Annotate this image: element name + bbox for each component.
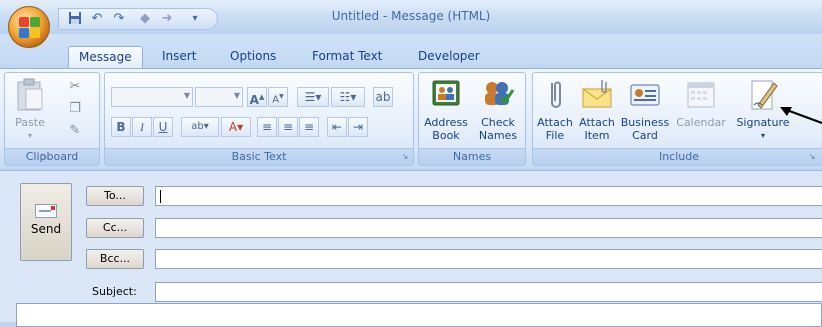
ribbon-tabs: Message Insert Options Format Text Devel…: [0, 34, 822, 68]
group-label-basic-text: Basic Text: [105, 148, 413, 165]
font-name-combo[interactable]: ▼: [111, 87, 193, 107]
tab-developer[interactable]: Developer: [408, 46, 490, 68]
send-envelope-icon: [35, 204, 57, 218]
font-size-combo[interactable]: ▼: [195, 87, 243, 107]
check-names-button[interactable]: Check Names: [475, 75, 521, 145]
tab-format-text[interactable]: Format Text: [302, 46, 392, 68]
bold-icon[interactable]: B: [111, 117, 131, 137]
decrease-indent-icon[interactable]: ⇤: [327, 117, 347, 137]
send-button[interactable]: Send: [20, 183, 72, 261]
business-card-icon: [628, 77, 662, 113]
text-cursor: [160, 190, 161, 203]
address-book-icon: [429, 77, 463, 113]
address-book-button[interactable]: Address Book: [423, 75, 469, 145]
cc-field[interactable]: [155, 218, 822, 238]
bullets-icon[interactable]: ☰▾: [297, 87, 329, 107]
attach-file-button[interactable]: Attach File: [535, 75, 575, 145]
copy-icon[interactable]: ❐: [67, 101, 83, 117]
check-names-icon: [481, 77, 515, 113]
envelope-clip-icon: [580, 77, 614, 113]
font-color-icon[interactable]: A▾: [221, 117, 251, 137]
paperclip-icon: [538, 77, 572, 113]
signature-pen-icon: [746, 77, 780, 113]
office-logo-icon: [19, 17, 41, 39]
subject-field[interactable]: [155, 282, 822, 302]
tab-insert[interactable]: Insert: [152, 46, 206, 68]
calendar-icon: [684, 77, 718, 113]
tab-message[interactable]: Message: [68, 46, 143, 68]
to-field[interactable]: [155, 186, 822, 206]
align-left-icon[interactable]: ≡: [257, 117, 277, 137]
business-card-button[interactable]: Business Card: [619, 75, 671, 145]
group-names: Address Book Check Names Names: [418, 72, 526, 166]
compose-pane: Send To... Cc... Bcc... Subject:: [0, 170, 822, 327]
title-bar: ↶ ↷ ◆ ➜ ▾ Untitled - Message (HTML): [0, 0, 822, 34]
group-basic-text: ▼ ▼ A▲ A▼ ☰▾ ☷▾ ab B I U ab▾ A▾ ≡ ≡ ≡ ⇤ …: [104, 72, 414, 166]
to-button[interactable]: To...: [86, 186, 144, 206]
increase-indent-icon[interactable]: ⇥: [348, 117, 368, 137]
group-label-clipboard: Clipboard: [5, 148, 99, 165]
cc-button[interactable]: Cc...: [86, 218, 144, 238]
window-title: Untitled - Message (HTML): [331, 9, 491, 23]
ribbon: Paste ▾ ✂ ❐ ✎ Clipboard ↘ ▼ ▼ A▲ A▼ ☰▾ ☷…: [0, 68, 822, 168]
bcc-button[interactable]: Bcc...: [86, 249, 144, 269]
highlight-icon[interactable]: ab▾: [181, 117, 219, 137]
bcc-field[interactable]: [155, 249, 822, 269]
clear-format-icon[interactable]: ab: [373, 87, 393, 107]
subject-label: Subject:: [92, 285, 137, 298]
cut-icon[interactable]: ✂: [67, 79, 83, 95]
grow-font-icon[interactable]: A▲: [247, 87, 267, 107]
shrink-font-icon[interactable]: A▼: [268, 87, 288, 107]
dialog-launcher-icon[interactable]: ↘: [39, 152, 49, 162]
dialog-launcher-icon[interactable]: ↘: [807, 152, 817, 162]
annotation-arrow-icon: [780, 107, 822, 124]
group-label-names: Names: [419, 148, 525, 165]
message-body[interactable]: [16, 303, 822, 327]
format-painter-icon[interactable]: ✎: [67, 123, 83, 139]
group-clipboard: Paste ▾ ✂ ❐ ✎ Clipboard ↘: [4, 72, 100, 166]
dialog-launcher-icon[interactable]: ↘: [400, 152, 410, 162]
align-center-icon[interactable]: ≡: [278, 117, 298, 137]
tab-options[interactable]: Options: [220, 46, 286, 68]
office-button[interactable]: [8, 6, 50, 48]
attach-item-button[interactable]: Attach Item: [577, 75, 617, 145]
align-right-icon[interactable]: ≡: [299, 117, 319, 137]
paste-button[interactable]: Paste ▾: [7, 75, 53, 145]
numbering-icon[interactable]: ☷▾: [331, 87, 365, 107]
group-label-include: Include: [533, 148, 822, 165]
italic-icon[interactable]: I: [132, 117, 152, 137]
calendar-button[interactable]: Calendar: [673, 75, 729, 145]
clipboard-icon: [13, 77, 47, 113]
underline-icon[interactable]: U: [153, 117, 173, 137]
